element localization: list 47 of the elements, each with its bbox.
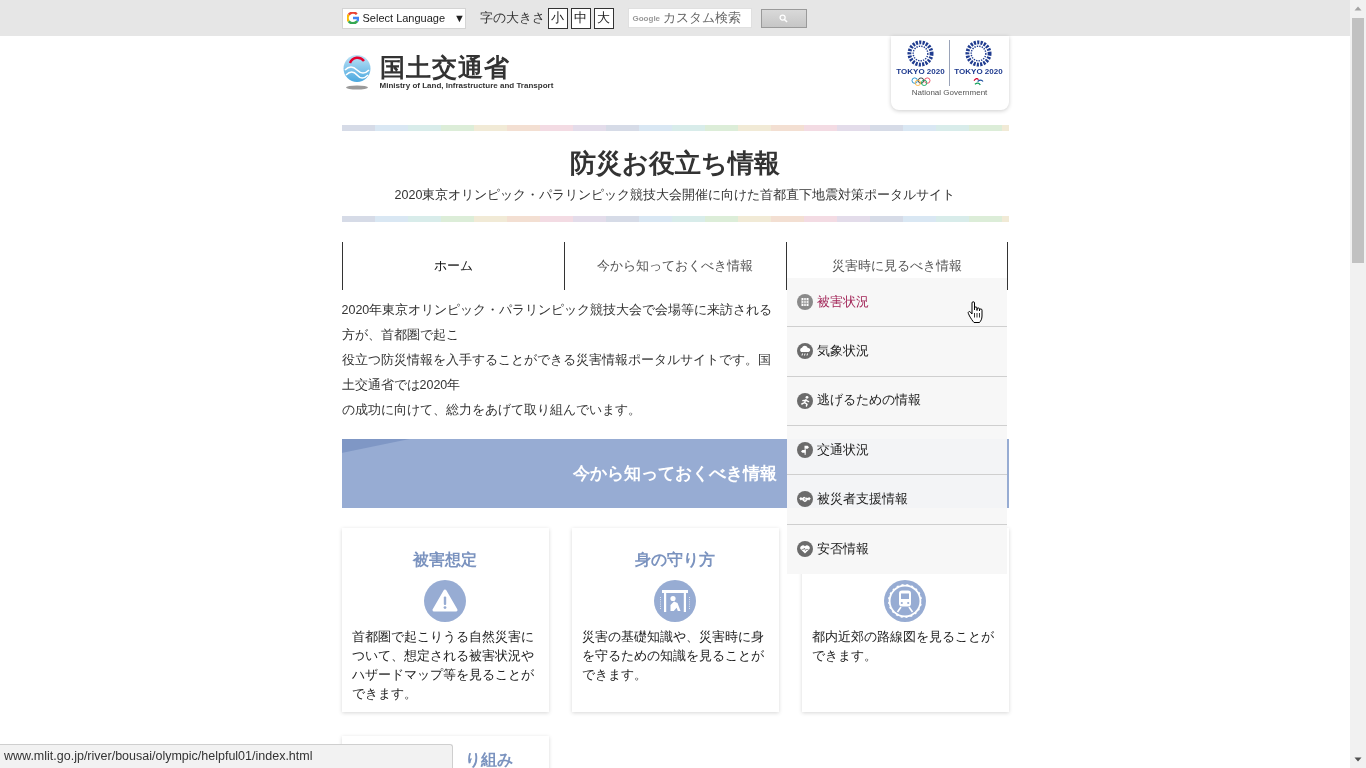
wave-logo-icon [341, 54, 372, 90]
hand-cursor-icon [967, 301, 984, 324]
dropdown-menu-item[interactable]: 逃げるための情報 [787, 376, 1008, 426]
intro-paragraph: 2020年東京オリンピック・パラリンピック競技大会で会場等に来訪される方が、首都圏で起こ 役立つ防災情報を入手することができる災害情報ポータルサイトです。国土交通省では2020年 の成功に向けて、総力をあげて取り組んでいます。 [341, 302, 774, 419]
ministry-name: 国土交通省 [379, 54, 510, 81]
font-size-button[interactable]: 大 [593, 7, 614, 29]
emblem-caption: TOKYO 2020 [896, 67, 945, 77]
site-title: 防災お役立ち情報 [569, 148, 781, 178]
card-description: 都内近郊の路線図を見ることができます。 [811, 629, 995, 665]
warning-icon [424, 580, 466, 622]
card-title: り組み [464, 750, 513, 768]
font-size-label: 字の大きさ [479, 9, 545, 27]
handshake-icon [797, 491, 814, 508]
three-arcs-icon [973, 77, 984, 86]
dropdown-menu-item[interactable]: 気象状況 [787, 327, 1008, 377]
status-bar: www.mlit.go.jp/river/bousai/olympic/helpful01/index.html [0, 744, 453, 768]
info-card[interactable]: 被害想定 首都圏で起こりうる自然災害について、想定される被害状況やハザードマップ等を見ることができます。 [341, 528, 549, 712]
search-brand-label: Google [632, 13, 661, 23]
language-select[interactable]: Select Language ▼ [341, 7, 466, 29]
checkered-ring-icon [907, 40, 934, 67]
emblem-footer: National Government [911, 87, 988, 98]
nav-tab[interactable]: 今から知っておくべき情報 [563, 242, 787, 290]
scrollbar[interactable] [1350, 0, 1366, 768]
building-icon [797, 294, 814, 311]
card-description: 首都圏で起こりうる自然災害について、想定される被害状況やハザードマップ等を見ることができます。 [351, 629, 535, 703]
emblem-card[interactable]: TOKYO 2020 TOKYO 2020 National Government [890, 36, 1009, 110]
scrollbar-thumb[interactable] [1352, 18, 1364, 263]
card-title: 被害想定 [413, 550, 477, 570]
checkered-ring-icon [965, 40, 992, 67]
card-title: 身の守り方 [635, 550, 715, 570]
ministry-english-name: Ministry of Land, Infrastructure and Transport [379, 81, 554, 91]
card-description: 災害の基礎知識や、災害時に身を守るための知識を見ることができます。 [581, 629, 765, 684]
running-person-icon [797, 392, 814, 409]
info-card[interactable]: 身の守り方 災害の基礎知識や、災害時に身を守るための知識を見ることができます。 [571, 528, 779, 712]
font-size-button[interactable]: 中 [570, 7, 591, 29]
person-under-desk-icon [654, 580, 696, 622]
signpost-icon [797, 442, 814, 459]
search-icon [779, 13, 788, 23]
five-rings-icon [910, 77, 931, 86]
train-icon [884, 580, 926, 622]
site-subtitle: 2020東京オリンピック・パラリンピック競技大会開催に向けた首都直下地震対策ポータルサイト [393, 187, 957, 203]
g-logo-icon [346, 12, 359, 24]
search-button[interactable] [760, 8, 807, 28]
nav-tab[interactable]: ホーム [341, 242, 564, 290]
font-size-button[interactable]: 小 [547, 7, 568, 29]
cloud-rain-icon [797, 343, 814, 360]
emblem-caption: TOKYO 2020 [954, 67, 1003, 77]
